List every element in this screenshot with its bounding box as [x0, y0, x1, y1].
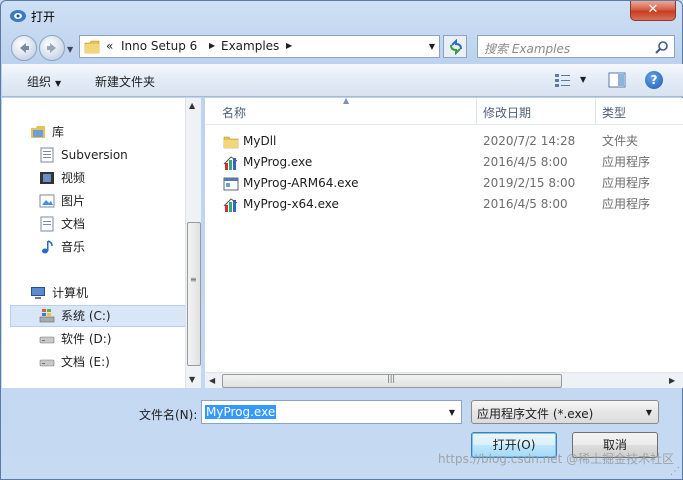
nav-vertical-scrollbar[interactable]: ▲ ≡ ▼ [185, 98, 201, 388]
nav-label: 系统 (C:) [61, 309, 111, 323]
scroll-down-icon[interactable]: ▼ [189, 375, 195, 384]
preview-pane-icon[interactable] [608, 72, 626, 88]
drive-icon [39, 336, 55, 344]
file-type: 应用程序 [602, 197, 651, 211]
file-name: MyProg-x64.exe [243, 197, 339, 211]
folder-icon [84, 40, 100, 54]
file-list: ▲ 名称 修改日期 类型 MyDll 2020/7/2 14:28 文件夹 My… [205, 96, 683, 388]
nav-label: 库 [52, 125, 65, 139]
search-input[interactable]: 搜索 Examples [484, 40, 570, 57]
file-name: MyProg.exe [243, 155, 313, 169]
filename-field[interactable]: MyProg.exe ▼ [201, 400, 462, 424]
filename-label: 文件名(N): [139, 408, 198, 422]
help-button[interactable]: ? [645, 71, 663, 89]
address-bar[interactable]: « Inno Setup 6 ▶ Examples ▶ ▼ [79, 35, 440, 58]
scroll-grip-icon: ||| [387, 374, 396, 383]
file-type: 应用程序 [602, 155, 651, 169]
folder-icon [223, 136, 239, 149]
scroll-up-icon[interactable]: ▲ [189, 101, 195, 110]
documents-icon [40, 216, 54, 232]
column-name-header[interactable]: 名称 [222, 104, 246, 121]
chevron-down-icon[interactable]: ▼ [646, 408, 652, 417]
nav-label: 音乐 [61, 240, 86, 254]
back-arrow-icon [20, 43, 29, 53]
view-dropdown-icon[interactable]: ▼ [580, 75, 586, 84]
video-icon [40, 172, 54, 184]
nav-label: 图片 [61, 194, 86, 208]
breadcrumb-examples[interactable]: Examples [221, 39, 279, 53]
file-type-value: 应用程序文件 (*.exe) [477, 407, 594, 421]
nav-label: 文档 [61, 217, 86, 231]
setup-exe-icon [223, 156, 238, 170]
navigation-pane: 库 Subversion 视频 图片 文档 音乐 计算机 系统 (C:) 软件 … [2, 98, 201, 388]
forward-button[interactable] [39, 35, 65, 61]
scroll-left-icon[interactable]: ◀ [209, 376, 215, 385]
filename-dropdown-icon[interactable]: ▼ [449, 408, 455, 417]
file-name: MyDll [243, 134, 277, 148]
computer-icon [31, 287, 45, 299]
column-divider[interactable] [476, 98, 477, 124]
file-name: MyProg-ARM64.exe [243, 176, 359, 190]
organize-button[interactable]: 组织 ▼ [27, 73, 61, 90]
new-folder-button[interactable]: 新建文件夹 [95, 73, 155, 90]
file-type-select[interactable]: 应用程序文件 (*.exe) ▼ [471, 400, 659, 424]
back-button[interactable] [11, 35, 37, 61]
nav-label: 文档 (E:) [61, 355, 110, 369]
nav-label: 视频 [61, 171, 86, 185]
music-note-icon [42, 240, 53, 254]
scroll-thumb[interactable] [187, 222, 201, 366]
filename-value[interactable]: MyProg.exe [205, 405, 277, 419]
file-type: 应用程序 [602, 176, 651, 190]
horizontal-scrollbar[interactable]: ◀ ||| ▶ [205, 372, 683, 388]
window-exe-icon [223, 177, 239, 191]
breadcrumb-arrow-icon[interactable]: ▶ [209, 41, 215, 50]
address-dropdown-icon[interactable]: ▼ [429, 42, 435, 51]
refresh-icon [450, 39, 462, 55]
organize-label: 组织 [27, 75, 52, 89]
file-date: 2016/4/5 8:00 [483, 197, 568, 211]
command-bar: 组织 ▼ 新建文件夹 ▼ ? [2, 64, 683, 97]
title-bar: 打开 ✕ [1, 1, 682, 31]
resize-grip-icon[interactable]: ⋰ [670, 466, 680, 477]
scroll-grip-icon: ≡ [190, 275, 197, 284]
column-divider[interactable] [595, 98, 596, 124]
file-row[interactable]: MyProg.exe 2016/4/5 8:00 应用程序 [205, 152, 683, 173]
file-type: 文件夹 [602, 134, 639, 148]
scroll-right-icon[interactable]: ▶ [669, 376, 675, 385]
picture-icon [39, 194, 55, 208]
view-options-icon[interactable] [554, 72, 572, 88]
breadcrumb-arrow-icon[interactable]: ▶ [286, 41, 292, 50]
search-icon[interactable] [655, 40, 669, 54]
open-file-dialog: 打开 ✕ ▼ « Inno Setup 6 ▶ Examples ▶ ▼ 搜索 … [0, 0, 683, 480]
column-date-header[interactable]: 修改日期 [483, 104, 531, 121]
file-row[interactable]: MyProg-ARM64.exe 2019/2/15 8:00 应用程序 [205, 173, 683, 194]
library-icon [31, 126, 45, 138]
refresh-button[interactable] [443, 35, 467, 58]
windows-drive-icon [39, 309, 55, 323]
document-icon [40, 147, 54, 163]
nav-label: 软件 (D:) [61, 332, 112, 346]
drive-icon [39, 359, 55, 367]
sort-ascending-icon: ▲ [343, 96, 350, 105]
breadcrumb-inno-setup[interactable]: Inno Setup 6 [121, 39, 197, 53]
file-date: 2016/4/5 8:00 [483, 155, 568, 169]
recent-locations-dropdown-icon[interactable]: ▼ [67, 45, 73, 54]
close-button[interactable]: ✕ [630, 1, 676, 21]
file-date: 2019/2/15 8:00 [483, 176, 576, 190]
nav-label: 计算机 [52, 286, 89, 300]
app-icon [10, 10, 26, 22]
column-type-header[interactable]: 类型 [602, 104, 626, 121]
file-date: 2020/7/2 14:28 [483, 134, 576, 148]
file-row[interactable]: MyProg-x64.exe 2016/4/5 8:00 应用程序 [205, 194, 683, 215]
column-header: ▲ 名称 修改日期 类型 [205, 96, 683, 125]
breadcrumb-overflow[interactable]: « [106, 39, 113, 53]
file-row[interactable]: MyDll 2020/7/2 14:28 文件夹 [205, 131, 683, 152]
chevron-down-icon: ▼ [55, 79, 62, 88]
forward-arrow-icon [47, 43, 56, 53]
window-title: 打开 [31, 10, 56, 24]
search-box[interactable]: 搜索 Examples [477, 35, 675, 58]
nav-label: Subversion [61, 148, 128, 162]
setup-exe-icon [223, 198, 238, 212]
watermark: https://blog.csdn.net @稀土掘金技术社区 [438, 452, 675, 466]
